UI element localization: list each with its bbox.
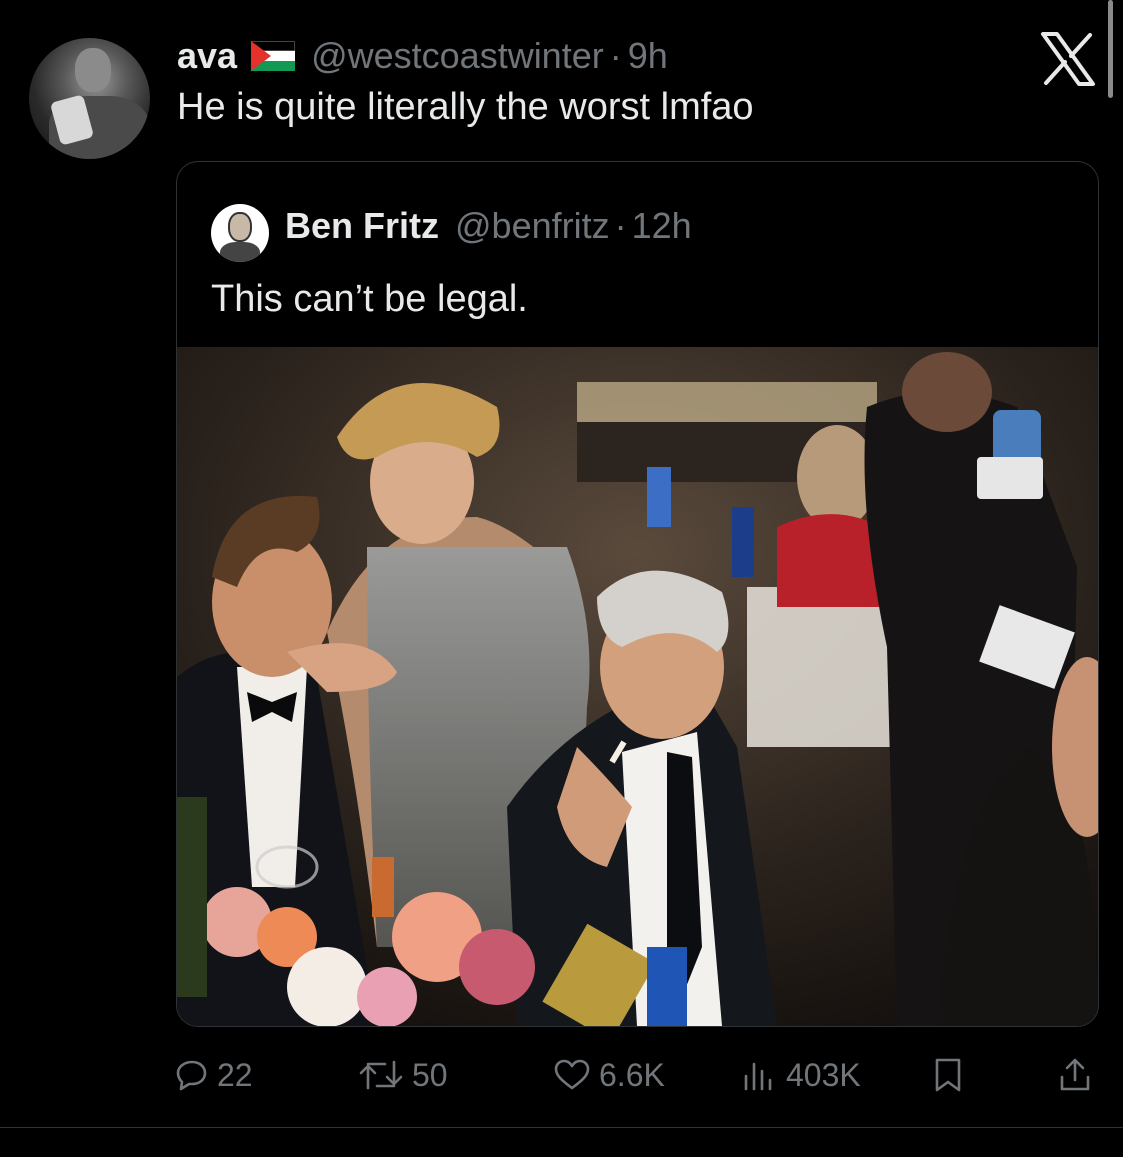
views-icon bbox=[744, 1062, 772, 1091]
like-count: 6.6K bbox=[599, 1056, 665, 1093]
quoted-avatar[interactable] bbox=[211, 204, 269, 262]
views-button[interactable]: 403K bbox=[742, 1050, 861, 1100]
bookmark-icon bbox=[935, 1058, 961, 1092]
x-logo-icon[interactable] bbox=[1040, 32, 1096, 86]
share-icon bbox=[1060, 1058, 1090, 1091]
tweet-text: He is quite literally the worst lmfao bbox=[177, 86, 754, 128]
user-handle[interactable]: @westcoastwinter bbox=[311, 35, 604, 77]
timestamp[interactable]: 9h bbox=[628, 35, 668, 77]
share-button[interactable] bbox=[1058, 1050, 1092, 1100]
retweet-button[interactable]: 50 bbox=[358, 1050, 448, 1100]
heart-icon bbox=[554, 1059, 590, 1090]
quoted-handle[interactable]: @benfritz bbox=[455, 205, 610, 247]
tweet-header: ava @westcoastwinter · 9h bbox=[177, 34, 668, 78]
reply-count: 22 bbox=[217, 1056, 253, 1093]
reply-icon bbox=[176, 1060, 207, 1091]
separator-dot: · bbox=[609, 35, 622, 76]
quoted-display-name[interactable]: Ben Fritz bbox=[285, 205, 439, 247]
display-name[interactable]: ava bbox=[177, 35, 237, 77]
quoted-tweet-photo[interactable] bbox=[177, 347, 1098, 1026]
divider bbox=[0, 1127, 1123, 1128]
palestine-flag-icon bbox=[251, 41, 296, 71]
quoted-tweet-text: This can’t be legal. bbox=[211, 278, 528, 320]
bookmark-button[interactable] bbox=[932, 1050, 964, 1100]
views-count: 403K bbox=[786, 1056, 861, 1093]
scrollbar[interactable] bbox=[1108, 0, 1113, 98]
reply-button[interactable]: 22 bbox=[175, 1050, 253, 1100]
like-button[interactable]: 6.6K bbox=[553, 1050, 665, 1100]
action-bar: 22 50 6.6K 403K bbox=[0, 1050, 1123, 1100]
quoted-timestamp[interactable]: 12h bbox=[632, 205, 692, 247]
quoted-tweet-header: Ben Fritz @benfritz · 12h bbox=[285, 205, 692, 247]
avatar[interactable] bbox=[29, 38, 150, 159]
quoted-tweet-card[interactable]: Ben Fritz @benfritz · 12h This can’t be … bbox=[176, 161, 1099, 1027]
separator-dot: · bbox=[614, 205, 627, 246]
retweet-count: 50 bbox=[412, 1056, 448, 1093]
retweet-icon bbox=[359, 1060, 403, 1090]
